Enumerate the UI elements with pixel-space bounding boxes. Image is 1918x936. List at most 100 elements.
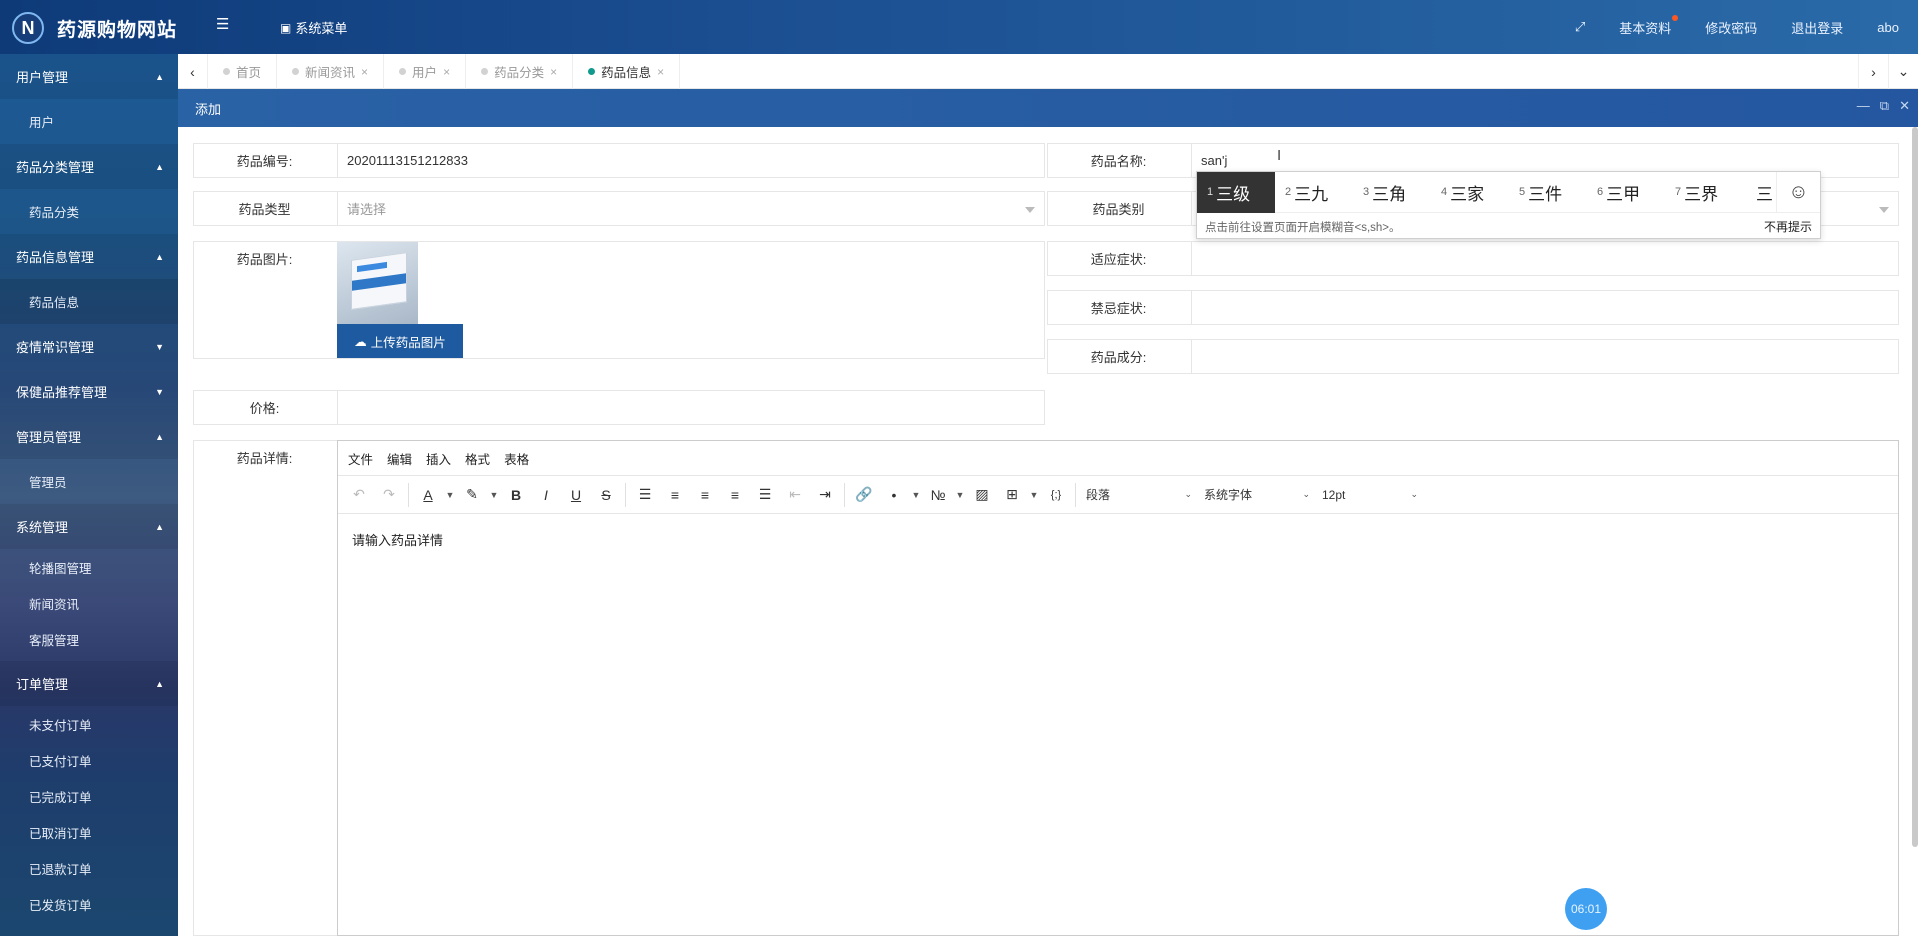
- close-icon[interactable]: ×: [361, 65, 368, 79]
- menu-edit[interactable]: 编辑: [387, 449, 412, 468]
- profile-link[interactable]: 基本资料: [1602, 14, 1688, 37]
- page-scrollbar[interactable]: [1912, 127, 1918, 847]
- sidebar-item-news[interactable]: 新闻资讯: [0, 585, 178, 621]
- contraindication-input[interactable]: [1191, 290, 1899, 325]
- tab-news[interactable]: 新闻资讯 ×: [277, 54, 385, 89]
- highlight-color-icon[interactable]: ✎: [457, 486, 487, 503]
- menu-table[interactable]: 表格: [504, 449, 529, 468]
- italic-icon[interactable]: I: [531, 487, 561, 503]
- redo-icon[interactable]: ↷: [374, 486, 404, 503]
- sidebar-group-health[interactable]: 保健品推荐管理 ▼: [0, 369, 178, 414]
- sidebar-item-service[interactable]: 客服管理: [0, 621, 178, 657]
- font-size-select-label: 12pt: [1322, 487, 1346, 502]
- tab-drug-info[interactable]: 药品信息 ×: [573, 54, 681, 89]
- chevron-down-icon[interactable]: ▼: [909, 490, 923, 500]
- align-right-icon[interactable]: ≡: [720, 487, 750, 503]
- sidebar-group-epidemic[interactable]: 疫情常识管理 ▼: [0, 324, 178, 369]
- sidebar-item-cancelled[interactable]: 已取消订单: [0, 814, 178, 850]
- sidebar-group-orders[interactable]: 订单管理 ▲: [0, 661, 178, 706]
- chevron-down-icon[interactable]: ▼: [487, 490, 501, 500]
- username[interactable]: abo: [1860, 20, 1918, 35]
- align-center-icon[interactable]: ≡: [690, 487, 720, 503]
- ime-candidate-number: 7: [1675, 186, 1682, 198]
- drug-code-input[interactable]: 20201113151212833: [337, 143, 1045, 178]
- tab-user[interactable]: 用户 ×: [384, 54, 467, 89]
- sidebar-item-refunded[interactable]: 已退款订单: [0, 850, 178, 886]
- sidebar-item-user[interactable]: 用户: [0, 99, 178, 144]
- tab-drug-category[interactable]: 药品分类 ×: [466, 54, 574, 89]
- sidebar-item-admin[interactable]: 管理员: [0, 459, 178, 504]
- code-sample-icon[interactable]: {;}: [1041, 489, 1071, 501]
- change-password-link[interactable]: 修改密码: [1688, 18, 1774, 37]
- ime-candidate[interactable]: 三: [1743, 172, 1773, 213]
- sidebar-item-paid[interactable]: 已支付订单: [0, 742, 178, 778]
- price-input[interactable]: [337, 390, 1045, 425]
- ime-candidate[interactable]: 3 三角: [1353, 172, 1431, 213]
- link-icon[interactable]: 🔗: [849, 486, 879, 503]
- sidebar-item-drug-info[interactable]: 药品信息: [0, 279, 178, 324]
- menu-toggle-icon[interactable]: ☰: [216, 17, 232, 33]
- ime-candidate[interactable]: 7 三界: [1665, 172, 1743, 213]
- menu-insert[interactable]: 插入: [426, 449, 451, 468]
- close-icon[interactable]: ×: [443, 65, 450, 79]
- ime-candidate[interactable]: 2 三九: [1275, 172, 1353, 213]
- system-menu-button[interactable]: ▣ 系统菜单: [280, 18, 347, 37]
- sidebar-group-user[interactable]: 用户管理 ▲: [0, 54, 178, 99]
- table-icon[interactable]: ⊞: [997, 486, 1027, 503]
- bold-icon[interactable]: B: [501, 487, 531, 503]
- text-color-icon[interactable]: A: [413, 487, 443, 503]
- line-height-icon[interactable]: ☰: [630, 486, 660, 503]
- paragraph-select[interactable]: 段落 ⌄: [1080, 486, 1198, 503]
- close-icon[interactable]: ×: [550, 65, 557, 79]
- ime-candidate[interactable]: 1 三级: [1197, 171, 1275, 213]
- chevron-down-icon[interactable]: ▼: [1027, 490, 1041, 500]
- indent-icon[interactable]: ⇥: [810, 486, 840, 503]
- logout-link[interactable]: 退出登录: [1774, 18, 1860, 37]
- outdent-icon[interactable]: ⇤: [780, 486, 810, 503]
- sidebar-item-completed[interactable]: 已完成订单: [0, 778, 178, 814]
- sidebar-item-carousel[interactable]: 轮播图管理: [0, 549, 178, 585]
- strikethrough-icon[interactable]: S: [591, 487, 621, 503]
- font-family-select[interactable]: 系统字体 ⌄: [1198, 486, 1316, 503]
- emoji-icon[interactable]: ☺: [1776, 172, 1820, 213]
- align-justify-icon[interactable]: ☰: [750, 486, 780, 503]
- underline-icon[interactable]: U: [561, 487, 591, 503]
- chevron-down-icon[interactable]: ⌄: [1888, 54, 1918, 89]
- chevron-down-icon[interactable]: ▼: [443, 490, 457, 500]
- tab-scroll-right-icon[interactable]: ›: [1858, 54, 1888, 89]
- align-left-icon[interactable]: ≡: [660, 487, 690, 503]
- sidebar-item-drug-category[interactable]: 药品分类: [0, 189, 178, 234]
- upload-image-button[interactable]: ☁ 上传药品图片: [337, 324, 463, 358]
- sidebar-group-drug-info[interactable]: 药品信息管理 ▲: [0, 234, 178, 279]
- ime-hint[interactable]: 点击前往设置页面开启模糊音<s,sh>。: [1205, 219, 1401, 235]
- close-icon[interactable]: ✕: [1899, 98, 1910, 114]
- sidebar-group-drug-category[interactable]: 药品分类管理 ▲: [0, 144, 178, 189]
- image-icon[interactable]: ▨: [967, 486, 997, 503]
- tab-home[interactable]: 首页: [208, 54, 278, 89]
- fullscreen-icon[interactable]: ⤢: [1558, 19, 1602, 35]
- maximize-icon[interactable]: ⧉: [1880, 98, 1889, 114]
- ime-dismiss-button[interactable]: 不再提示: [1764, 218, 1812, 235]
- sidebar-group-admin[interactable]: 管理员管理 ▲: [0, 414, 178, 459]
- font-size-select[interactable]: 12pt ⌄: [1316, 488, 1424, 502]
- chevron-down-icon[interactable]: ▼: [953, 490, 967, 500]
- ime-candidate-number: 3: [1363, 186, 1370, 198]
- ime-candidate[interactable]: 5 三件: [1509, 172, 1587, 213]
- close-icon[interactable]: ×: [657, 65, 664, 79]
- indication-input[interactable]: [1191, 241, 1899, 276]
- undo-icon[interactable]: ↶: [344, 486, 374, 503]
- editor-content-area[interactable]: 请输入药品详情: [338, 514, 1898, 565]
- ime-candidate[interactable]: 4 三家: [1431, 172, 1509, 213]
- ingredient-input[interactable]: [1191, 339, 1899, 374]
- minimize-icon[interactable]: —: [1857, 98, 1870, 114]
- numbered-list-icon[interactable]: №: [923, 487, 953, 503]
- menu-file[interactable]: 文件: [348, 449, 373, 468]
- sidebar-item-shipped[interactable]: 已发货订单: [0, 886, 178, 922]
- tab-scroll-left-icon[interactable]: ‹: [178, 54, 208, 89]
- menu-format[interactable]: 格式: [465, 449, 490, 468]
- ime-candidate[interactable]: 6 三甲: [1587, 172, 1665, 213]
- drug-type-select[interactable]: 请选择: [337, 191, 1045, 226]
- sidebar-item-unpaid[interactable]: 未支付订单: [0, 706, 178, 742]
- sidebar-group-system[interactable]: 系统管理 ▲: [0, 504, 178, 549]
- bullet-list-icon[interactable]: •: [879, 487, 909, 503]
